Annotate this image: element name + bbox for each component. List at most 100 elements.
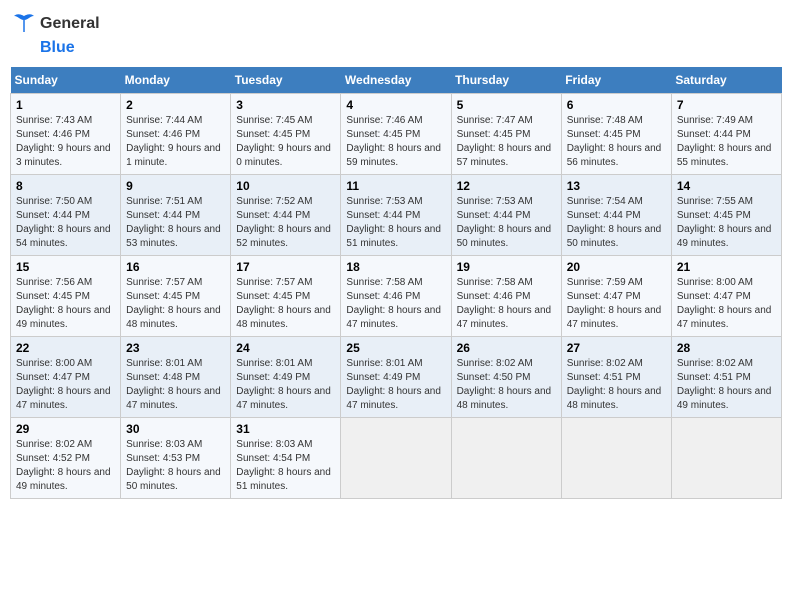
calendar-cell <box>451 418 561 499</box>
day-number: 28 <box>677 341 776 355</box>
day-number: 27 <box>567 341 666 355</box>
day-info: Sunrise: 7:58 AMSunset: 4:46 PMDaylight:… <box>457 277 552 330</box>
day-info: Sunrise: 7:51 AMSunset: 4:44 PMDaylight:… <box>126 196 221 249</box>
calendar-cell: 12 Sunrise: 7:53 AMSunset: 4:44 PMDaylig… <box>451 175 561 256</box>
calendar-cell: 3 Sunrise: 7:45 AMSunset: 4:45 PMDayligh… <box>231 94 341 175</box>
calendar-cell: 22 Sunrise: 8:00 AMSunset: 4:47 PMDaylig… <box>11 337 121 418</box>
header-wednesday: Wednesday <box>341 67 451 94</box>
calendar-cell: 8 Sunrise: 7:50 AMSunset: 4:44 PMDayligh… <box>11 175 121 256</box>
calendar-cell: 1 Sunrise: 7:43 AMSunset: 4:46 PMDayligh… <box>11 94 121 175</box>
day-info: Sunrise: 7:56 AMSunset: 4:45 PMDaylight:… <box>16 277 111 330</box>
day-info: Sunrise: 7:58 AMSunset: 4:46 PMDaylight:… <box>346 277 441 330</box>
calendar-cell: 11 Sunrise: 7:53 AMSunset: 4:44 PMDaylig… <box>341 175 451 256</box>
day-number: 10 <box>236 179 335 193</box>
calendar-week-row: 22 Sunrise: 8:00 AMSunset: 4:47 PMDaylig… <box>11 337 782 418</box>
day-info: Sunrise: 8:00 AMSunset: 4:47 PMDaylight:… <box>677 277 772 330</box>
calendar-cell: 25 Sunrise: 8:01 AMSunset: 4:49 PMDaylig… <box>341 337 451 418</box>
day-info: Sunrise: 8:02 AMSunset: 4:50 PMDaylight:… <box>457 358 552 411</box>
calendar-cell: 19 Sunrise: 7:58 AMSunset: 4:46 PMDaylig… <box>451 256 561 337</box>
day-number: 8 <box>16 179 115 193</box>
day-number: 24 <box>236 341 335 355</box>
day-info: Sunrise: 7:54 AMSunset: 4:44 PMDaylight:… <box>567 196 662 249</box>
page-header: General Blue <box>10 10 782 57</box>
day-info: Sunrise: 8:02 AMSunset: 4:52 PMDaylight:… <box>16 439 111 492</box>
calendar-cell: 14 Sunrise: 7:55 AMSunset: 4:45 PMDaylig… <box>671 175 781 256</box>
calendar-week-row: 15 Sunrise: 7:56 AMSunset: 4:45 PMDaylig… <box>11 256 782 337</box>
day-number: 22 <box>16 341 115 355</box>
day-number: 18 <box>346 260 445 274</box>
day-info: Sunrise: 7:49 AMSunset: 4:44 PMDaylight:… <box>677 115 772 168</box>
day-number: 26 <box>457 341 556 355</box>
calendar-cell: 31 Sunrise: 8:03 AMSunset: 4:54 PMDaylig… <box>231 418 341 499</box>
day-number: 7 <box>677 98 776 112</box>
calendar-cell: 4 Sunrise: 7:46 AMSunset: 4:45 PMDayligh… <box>341 94 451 175</box>
day-info: Sunrise: 8:01 AMSunset: 4:49 PMDaylight:… <box>346 358 441 411</box>
calendar-cell: 18 Sunrise: 7:58 AMSunset: 4:46 PMDaylig… <box>341 256 451 337</box>
day-info: Sunrise: 7:47 AMSunset: 4:45 PMDaylight:… <box>457 115 552 168</box>
calendar-cell: 7 Sunrise: 7:49 AMSunset: 4:44 PMDayligh… <box>671 94 781 175</box>
day-number: 1 <box>16 98 115 112</box>
day-number: 14 <box>677 179 776 193</box>
header-thursday: Thursday <box>451 67 561 94</box>
calendar-cell: 26 Sunrise: 8:02 AMSunset: 4:50 PMDaylig… <box>451 337 561 418</box>
calendar-cell: 28 Sunrise: 8:02 AMSunset: 4:51 PMDaylig… <box>671 337 781 418</box>
day-info: Sunrise: 8:02 AMSunset: 4:51 PMDaylight:… <box>677 358 772 411</box>
calendar-cell: 6 Sunrise: 7:48 AMSunset: 4:45 PMDayligh… <box>561 94 671 175</box>
logo-blue: Blue <box>40 38 75 57</box>
day-info: Sunrise: 8:01 AMSunset: 4:48 PMDaylight:… <box>126 358 221 411</box>
day-info: Sunrise: 7:50 AMSunset: 4:44 PMDaylight:… <box>16 196 111 249</box>
weekday-header-row: Sunday Monday Tuesday Wednesday Thursday… <box>11 67 782 94</box>
day-number: 21 <box>677 260 776 274</box>
day-info: Sunrise: 7:44 AMSunset: 4:46 PMDaylight:… <box>126 115 221 168</box>
calendar-cell: 21 Sunrise: 8:00 AMSunset: 4:47 PMDaylig… <box>671 256 781 337</box>
day-number: 13 <box>567 179 666 193</box>
day-info: Sunrise: 8:01 AMSunset: 4:49 PMDaylight:… <box>236 358 331 411</box>
day-info: Sunrise: 7:48 AMSunset: 4:45 PMDaylight:… <box>567 115 662 168</box>
day-number: 20 <box>567 260 666 274</box>
day-info: Sunrise: 8:00 AMSunset: 4:47 PMDaylight:… <box>16 358 111 411</box>
day-info: Sunrise: 7:55 AMSunset: 4:45 PMDaylight:… <box>677 196 772 249</box>
calendar-cell <box>341 418 451 499</box>
calendar-cell: 5 Sunrise: 7:47 AMSunset: 4:45 PMDayligh… <box>451 94 561 175</box>
calendar-cell: 9 Sunrise: 7:51 AMSunset: 4:44 PMDayligh… <box>121 175 231 256</box>
logo-general: General <box>40 14 100 33</box>
day-number: 23 <box>126 341 225 355</box>
day-number: 16 <box>126 260 225 274</box>
day-number: 4 <box>346 98 445 112</box>
day-number: 31 <box>236 422 335 436</box>
calendar-week-row: 1 Sunrise: 7:43 AMSunset: 4:46 PMDayligh… <box>11 94 782 175</box>
day-info: Sunrise: 7:43 AMSunset: 4:46 PMDaylight:… <box>16 115 111 168</box>
header-sunday: Sunday <box>11 67 121 94</box>
day-number: 29 <box>16 422 115 436</box>
day-number: 11 <box>346 179 445 193</box>
day-info: Sunrise: 8:03 AMSunset: 4:53 PMDaylight:… <box>126 439 221 492</box>
day-info: Sunrise: 7:57 AMSunset: 4:45 PMDaylight:… <box>236 277 331 330</box>
calendar-cell: 16 Sunrise: 7:57 AMSunset: 4:45 PMDaylig… <box>121 256 231 337</box>
day-info: Sunrise: 7:53 AMSunset: 4:44 PMDaylight:… <box>457 196 552 249</box>
day-number: 15 <box>16 260 115 274</box>
calendar-cell: 17 Sunrise: 7:57 AMSunset: 4:45 PMDaylig… <box>231 256 341 337</box>
day-info: Sunrise: 7:59 AMSunset: 4:47 PMDaylight:… <box>567 277 662 330</box>
day-info: Sunrise: 7:46 AMSunset: 4:45 PMDaylight:… <box>346 115 441 168</box>
calendar-week-row: 29 Sunrise: 8:02 AMSunset: 4:52 PMDaylig… <box>11 418 782 499</box>
calendar-cell: 15 Sunrise: 7:56 AMSunset: 4:45 PMDaylig… <box>11 256 121 337</box>
calendar-week-row: 8 Sunrise: 7:50 AMSunset: 4:44 PMDayligh… <box>11 175 782 256</box>
day-number: 12 <box>457 179 556 193</box>
calendar-cell: 20 Sunrise: 7:59 AMSunset: 4:47 PMDaylig… <box>561 256 671 337</box>
day-info: Sunrise: 7:53 AMSunset: 4:44 PMDaylight:… <box>346 196 441 249</box>
logo-bird-icon <box>10 10 38 38</box>
day-number: 2 <box>126 98 225 112</box>
logo: General Blue <box>10 10 100 57</box>
day-info: Sunrise: 8:03 AMSunset: 4:54 PMDaylight:… <box>236 439 331 492</box>
header-friday: Friday <box>561 67 671 94</box>
calendar-cell <box>561 418 671 499</box>
calendar-cell: 24 Sunrise: 8:01 AMSunset: 4:49 PMDaylig… <box>231 337 341 418</box>
calendar-cell: 2 Sunrise: 7:44 AMSunset: 4:46 PMDayligh… <box>121 94 231 175</box>
day-number: 5 <box>457 98 556 112</box>
calendar-cell: 30 Sunrise: 8:03 AMSunset: 4:53 PMDaylig… <box>121 418 231 499</box>
day-info: Sunrise: 7:52 AMSunset: 4:44 PMDaylight:… <box>236 196 331 249</box>
day-number: 6 <box>567 98 666 112</box>
calendar-cell: 10 Sunrise: 7:52 AMSunset: 4:44 PMDaylig… <box>231 175 341 256</box>
day-number: 17 <box>236 260 335 274</box>
calendar-cell: 13 Sunrise: 7:54 AMSunset: 4:44 PMDaylig… <box>561 175 671 256</box>
